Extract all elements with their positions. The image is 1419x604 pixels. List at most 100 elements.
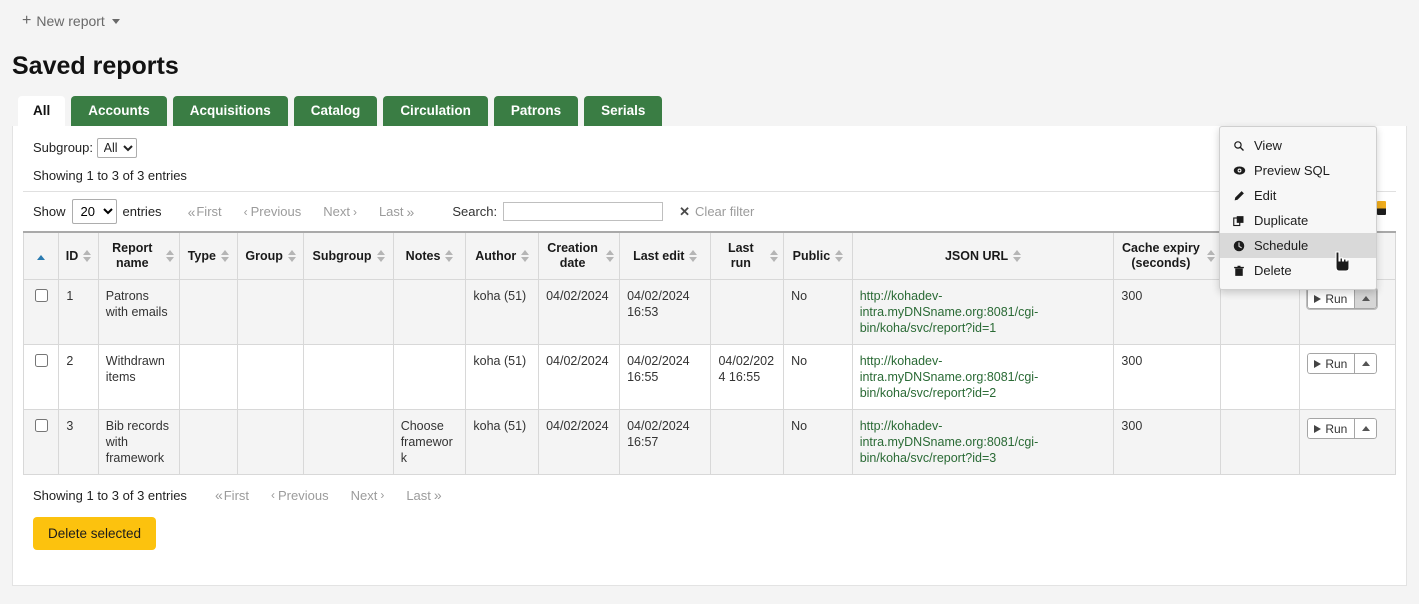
new-report-label: New report: [36, 13, 104, 29]
tab-accounts[interactable]: Accounts: [71, 96, 167, 126]
entries-label: entries: [123, 204, 162, 219]
menu-item-view[interactable]: View: [1220, 133, 1376, 158]
col-select-all[interactable]: [24, 232, 59, 280]
col-report-name[interactable]: Report name: [98, 232, 179, 280]
col-creation-date[interactable]: Creation date: [539, 232, 620, 280]
run-button[interactable]: Run: [1307, 418, 1354, 439]
chevron-right-icon: ›: [353, 205, 357, 219]
magnifier-icon: [1232, 140, 1246, 152]
sort-icon: [377, 250, 385, 262]
cell-last-edit: 04/02/2024 16:57: [620, 410, 711, 475]
tab-catalog[interactable]: Catalog: [294, 96, 378, 126]
run-dropdown-toggle[interactable]: [1354, 418, 1377, 439]
json-url-link[interactable]: http://kohadev-intra.myDNSname.org:8081/…: [860, 289, 1039, 335]
cell-last-edit: 04/02/2024 16:53: [620, 280, 711, 345]
tab-acquisitions[interactable]: Acquisitions: [173, 96, 288, 126]
menu-item-delete[interactable]: Delete: [1220, 258, 1376, 283]
menu-item-duplicate[interactable]: Duplicate: [1220, 208, 1376, 233]
subgroup-filter: Subgroup: All: [23, 136, 1396, 162]
col-public[interactable]: Public: [784, 232, 853, 280]
run-button[interactable]: Run: [1307, 288, 1354, 309]
cell-report-name: Withdrawn items: [98, 345, 179, 410]
table-row: 3 Bib records with framework Choose fram…: [24, 410, 1396, 475]
col-id[interactable]: ID: [59, 232, 98, 280]
subgroup-select[interactable]: All: [97, 138, 137, 158]
row-select-cell: [24, 345, 59, 410]
cell-cache-expiry: 300: [1114, 410, 1221, 475]
sort-icon: [166, 250, 174, 262]
mouse-cursor-pointer-icon: [1330, 250, 1352, 274]
run-button[interactable]: Run: [1307, 353, 1354, 374]
new-report-button[interactable]: + New report: [22, 13, 120, 29]
pagination-previous[interactable]: ‹Previous: [271, 488, 329, 503]
clock-icon: [1232, 240, 1246, 252]
cell-author: koha (51): [466, 410, 539, 475]
entries-info-top: Showing 1 to 3 of 3 entries: [23, 162, 1396, 191]
col-json-url[interactable]: JSON URL: [852, 232, 1114, 280]
cell-spacer: [1221, 345, 1300, 410]
chevron-down-icon: [112, 19, 120, 24]
cell-actions: Run: [1300, 345, 1396, 410]
sort-icon: [689, 250, 697, 262]
cell-subgroup: [304, 410, 393, 475]
sort-icon: [1207, 250, 1215, 262]
col-author[interactable]: Author: [466, 232, 539, 280]
pagination-bottom: «First ‹Previous Next› Last»: [215, 487, 440, 503]
cell-creation-date: 04/02/2024: [539, 345, 620, 410]
menu-item-edit[interactable]: Edit: [1220, 183, 1376, 208]
col-last-edit[interactable]: Last edit: [620, 232, 711, 280]
tab-all[interactable]: All: [18, 96, 65, 126]
cell-cache-expiry: 300: [1114, 345, 1221, 410]
pagination-next[interactable]: Next›: [351, 488, 385, 503]
search-control: Search:: [452, 202, 663, 221]
pagination-top: «First ‹Previous Next› Last»: [188, 204, 413, 220]
cell-subgroup: [304, 345, 393, 410]
col-group[interactable]: Group: [237, 232, 303, 280]
pagination-last[interactable]: Last»: [406, 487, 439, 503]
play-icon: [1314, 295, 1321, 303]
cell-subgroup: [304, 280, 393, 345]
page-title: Saved reports: [0, 46, 1419, 86]
row-checkbox[interactable]: [35, 419, 48, 432]
tab-circulation[interactable]: Circulation: [383, 96, 488, 126]
table-row: 2 Withdrawn items koha (51) 04/02/2024 0…: [24, 345, 1396, 410]
cell-creation-date: 04/02/2024: [539, 410, 620, 475]
search-label: Search:: [452, 204, 497, 219]
col-type[interactable]: Type: [179, 232, 237, 280]
pencil-icon: [1232, 190, 1246, 202]
page-length-select[interactable]: 20: [72, 199, 117, 224]
sort-icon: [288, 250, 296, 262]
show-label: Show: [33, 204, 66, 219]
export-button-partial[interactable]: [1377, 201, 1386, 215]
saved-reports-table-wrapper: ID Report name Type Group Subgroup Notes…: [23, 231, 1396, 475]
clear-filter-button[interactable]: ✕ Clear filter: [679, 204, 754, 220]
search-input[interactable]: [503, 202, 663, 221]
trash-icon: [1232, 265, 1246, 277]
saved-reports-table: ID Report name Type Group Subgroup Notes…: [23, 231, 1396, 475]
sort-icon: [221, 250, 229, 262]
cell-report-name: Patrons with emails: [98, 280, 179, 345]
eye-icon: [1232, 164, 1246, 177]
run-dropdown-toggle[interactable]: [1354, 353, 1377, 374]
menu-item-schedule[interactable]: Schedule: [1220, 233, 1376, 258]
pagination-next[interactable]: Next›: [323, 204, 357, 219]
col-subgroup[interactable]: Subgroup: [304, 232, 393, 280]
delete-selected-button[interactable]: Delete selected: [33, 517, 156, 550]
json-url-link[interactable]: http://kohadev-intra.myDNSname.org:8081/…: [860, 419, 1039, 465]
tab-patrons[interactable]: Patrons: [494, 96, 578, 126]
col-cache-expiry[interactable]: Cache expiry (seconds): [1114, 232, 1221, 280]
run-dropdown-toggle[interactable]: [1354, 288, 1377, 309]
row-checkbox[interactable]: [35, 354, 48, 367]
menu-item-preview-sql[interactable]: Preview SQL: [1220, 158, 1376, 183]
col-notes[interactable]: Notes: [393, 232, 466, 280]
col-last-run[interactable]: Last run: [711, 232, 784, 280]
cell-last-run: [711, 280, 784, 345]
pagination-previous[interactable]: ‹Previous: [244, 204, 302, 219]
tab-serials[interactable]: Serials: [584, 96, 662, 126]
pagination-first[interactable]: «First: [215, 487, 249, 503]
json-url-link[interactable]: http://kohadev-intra.myDNSname.org:8081/…: [860, 354, 1039, 400]
row-checkbox[interactable]: [35, 289, 48, 302]
pagination-last[interactable]: Last»: [379, 204, 412, 220]
cell-type: [179, 345, 237, 410]
pagination-first[interactable]: «First: [188, 204, 222, 220]
